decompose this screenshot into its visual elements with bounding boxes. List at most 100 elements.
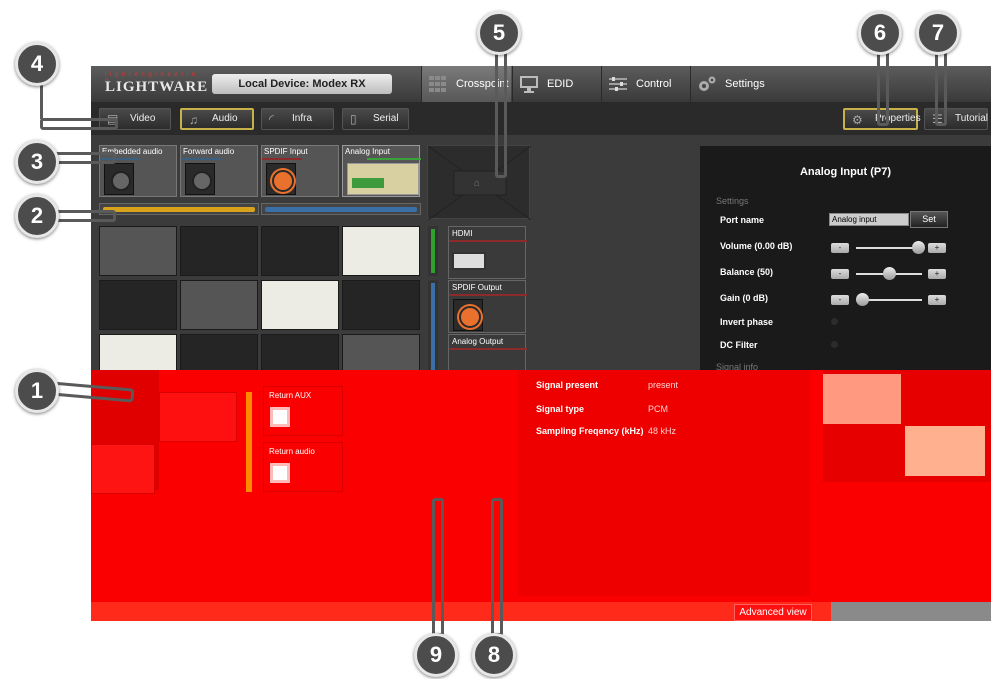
set-button-label: Set xyxy=(922,214,936,224)
tab-edid-label: EDID xyxy=(547,78,574,90)
logo-text: LIGHTWARE xyxy=(105,79,209,95)
overlay-block xyxy=(823,370,991,482)
leader-line-7 xyxy=(935,50,947,126)
tab-control[interactable]: Control xyxy=(601,66,689,102)
port-name-label: Port name xyxy=(720,215,765,225)
monitor-icon xyxy=(520,76,538,93)
overlay-block xyxy=(159,392,237,442)
dc-filter-toggle[interactable] xyxy=(831,341,838,348)
gain-label: Gain (0 dB) xyxy=(720,293,769,303)
infra-button-label: Infra xyxy=(292,113,313,124)
crosspoint-icon xyxy=(429,76,446,92)
crosspoint-cell[interactable] xyxy=(261,280,339,330)
destination-status-bar xyxy=(449,348,527,350)
xlr-connector-icon xyxy=(185,163,215,195)
leader-line-8 xyxy=(491,498,503,636)
output-bus-bar xyxy=(428,226,438,276)
tutorial-button[interactable]: ☰ Tutorial xyxy=(924,108,988,130)
overlay-cell-on xyxy=(905,426,985,476)
callout-2: 2 xyxy=(15,194,59,238)
tab-control-label: Control xyxy=(636,78,672,90)
gain-plus-button[interactable]: + xyxy=(928,295,946,305)
crosspoint-cell[interactable] xyxy=(180,280,258,330)
gain-knob[interactable] xyxy=(856,293,869,306)
callout-3: 3 xyxy=(15,140,59,184)
volume-plus-button[interactable]: + xyxy=(928,243,946,253)
leader-line-9 xyxy=(432,498,444,636)
hdmi-connector-icon xyxy=(452,252,486,270)
tab-settings[interactable]: Settings xyxy=(690,66,776,102)
volume-minus-button[interactable]: - xyxy=(831,243,849,253)
header-bar: l i g h t e n g i n e e r i n g LIGHTWAR… xyxy=(91,66,991,102)
rca-connector-icon xyxy=(453,299,483,331)
balance-knob[interactable] xyxy=(883,267,896,280)
serial-button-label: Serial xyxy=(373,113,399,124)
sampling-label: Sampling Freqency (kHz) xyxy=(536,426,644,436)
serial-button[interactable]: ▯ Serial xyxy=(342,108,409,130)
gain-slider[interactable] xyxy=(856,293,922,306)
balance-minus-button[interactable]: - xyxy=(831,269,849,279)
source-status-bar xyxy=(367,158,421,160)
callout-5: 5 xyxy=(477,11,521,55)
advanced-view-button[interactable]: Advanced view xyxy=(734,604,812,621)
leader-line-2 xyxy=(50,210,116,222)
invert-phase-label: Invert phase xyxy=(720,317,774,327)
callout-7: 7 xyxy=(916,11,960,55)
destination-status-bar xyxy=(449,240,527,242)
destination-hdmi[interactable]: HDMI xyxy=(448,226,527,279)
lock-icon: ⌂ xyxy=(474,178,481,189)
crosspoint-cell[interactable] xyxy=(99,280,177,330)
destination-label: Return AUX xyxy=(269,391,312,400)
signal-present-value: present xyxy=(648,380,679,390)
balance-label: Balance (50) xyxy=(720,267,774,277)
destination-label: Return audio xyxy=(269,447,315,456)
audio-button[interactable]: ♫ Audio xyxy=(180,108,254,130)
crosspoint-cell[interactable] xyxy=(342,226,420,276)
balance-slider[interactable] xyxy=(856,267,922,280)
crosspoint-control-pad[interactable]: ⌂ xyxy=(427,145,531,220)
leader-line-3 xyxy=(50,152,116,164)
callout-8: 8 xyxy=(472,633,516,677)
volume-label: Volume (0.00 dB) xyxy=(720,241,793,251)
source-status-bar xyxy=(262,158,302,160)
destination-label: HDMI xyxy=(452,229,473,238)
rca-connector-icon xyxy=(266,163,296,195)
crosspoint-cell[interactable] xyxy=(99,226,177,276)
source-analog-input[interactable]: Analog Input xyxy=(342,145,421,197)
infrared-icon: ◜ xyxy=(269,112,274,126)
infra-button[interactable]: ◜ Infra xyxy=(261,108,334,130)
video-button-label: Video xyxy=(130,113,156,124)
audio-bus-bar-right xyxy=(261,203,421,215)
overlay-cell-on xyxy=(823,374,901,424)
xlr-connector-icon xyxy=(270,407,290,427)
leader-line-5 xyxy=(495,50,507,178)
destination-return-audio[interactable]: Return audio xyxy=(263,442,343,492)
tutorial-button-label: Tutorial xyxy=(955,113,988,124)
tab-edid[interactable]: EDID xyxy=(512,66,600,102)
volume-slider[interactable] xyxy=(856,241,925,254)
set-button[interactable]: Set xyxy=(910,211,948,228)
port-name-input[interactable] xyxy=(829,213,909,226)
destination-label: Analog Output xyxy=(452,337,504,346)
crosspoint-cell[interactable] xyxy=(342,280,420,330)
source-forward-audio[interactable]: Forward audio xyxy=(180,145,258,197)
destination-spdif-output[interactable]: SPDIF Output xyxy=(448,280,527,333)
volume-knob[interactable] xyxy=(912,241,925,254)
tab-settings-label: Settings xyxy=(725,78,765,90)
destination-return-aux[interactable]: Return AUX xyxy=(263,386,343,436)
crosspoint-cell[interactable] xyxy=(180,226,258,276)
destination-status-bar xyxy=(449,294,527,296)
xlr-connector-icon xyxy=(104,163,134,195)
invert-phase-toggle[interactable] xyxy=(831,318,838,325)
advanced-view-label: Advanced view xyxy=(739,607,807,618)
gain-minus-button[interactable]: - xyxy=(831,295,849,305)
toolbar: ▤ Video ♫ Audio ◜ Infra ▯ Serial ⚙ Prope… xyxy=(91,102,991,135)
status-bar: Advanced view xyxy=(91,602,991,621)
sliders-icon xyxy=(609,77,627,91)
gears-icon xyxy=(699,76,716,91)
destination-label: SPDIF Output xyxy=(452,283,502,292)
crosspoint-cell[interactable] xyxy=(261,226,339,276)
source-spdif-input[interactable]: SPDIF Input xyxy=(261,145,339,197)
source-label: SPDIF Input xyxy=(264,147,308,156)
balance-plus-button[interactable]: + xyxy=(928,269,946,279)
